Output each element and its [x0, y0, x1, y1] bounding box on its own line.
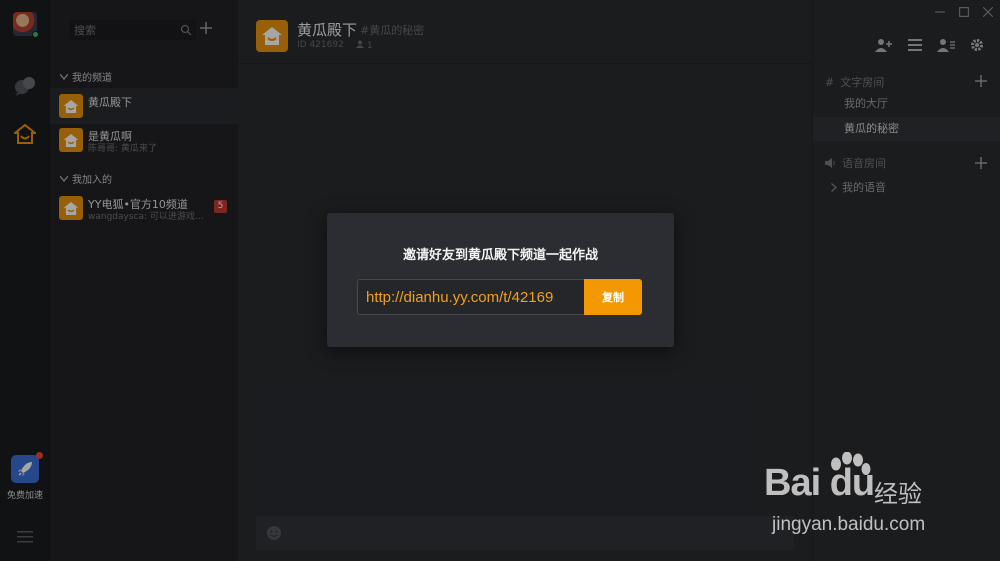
app-window: 免费加速 我的频道: [0, 0, 1000, 561]
copy-button[interactable]: 复制: [584, 279, 642, 315]
invite-dialog: 邀请好友到黄瓜殿下频道一起作战 复制: [327, 213, 674, 347]
invite-link-field[interactable]: [357, 279, 585, 315]
dialog-title: 邀请好友到黄瓜殿下频道一起作战: [402, 248, 598, 263]
